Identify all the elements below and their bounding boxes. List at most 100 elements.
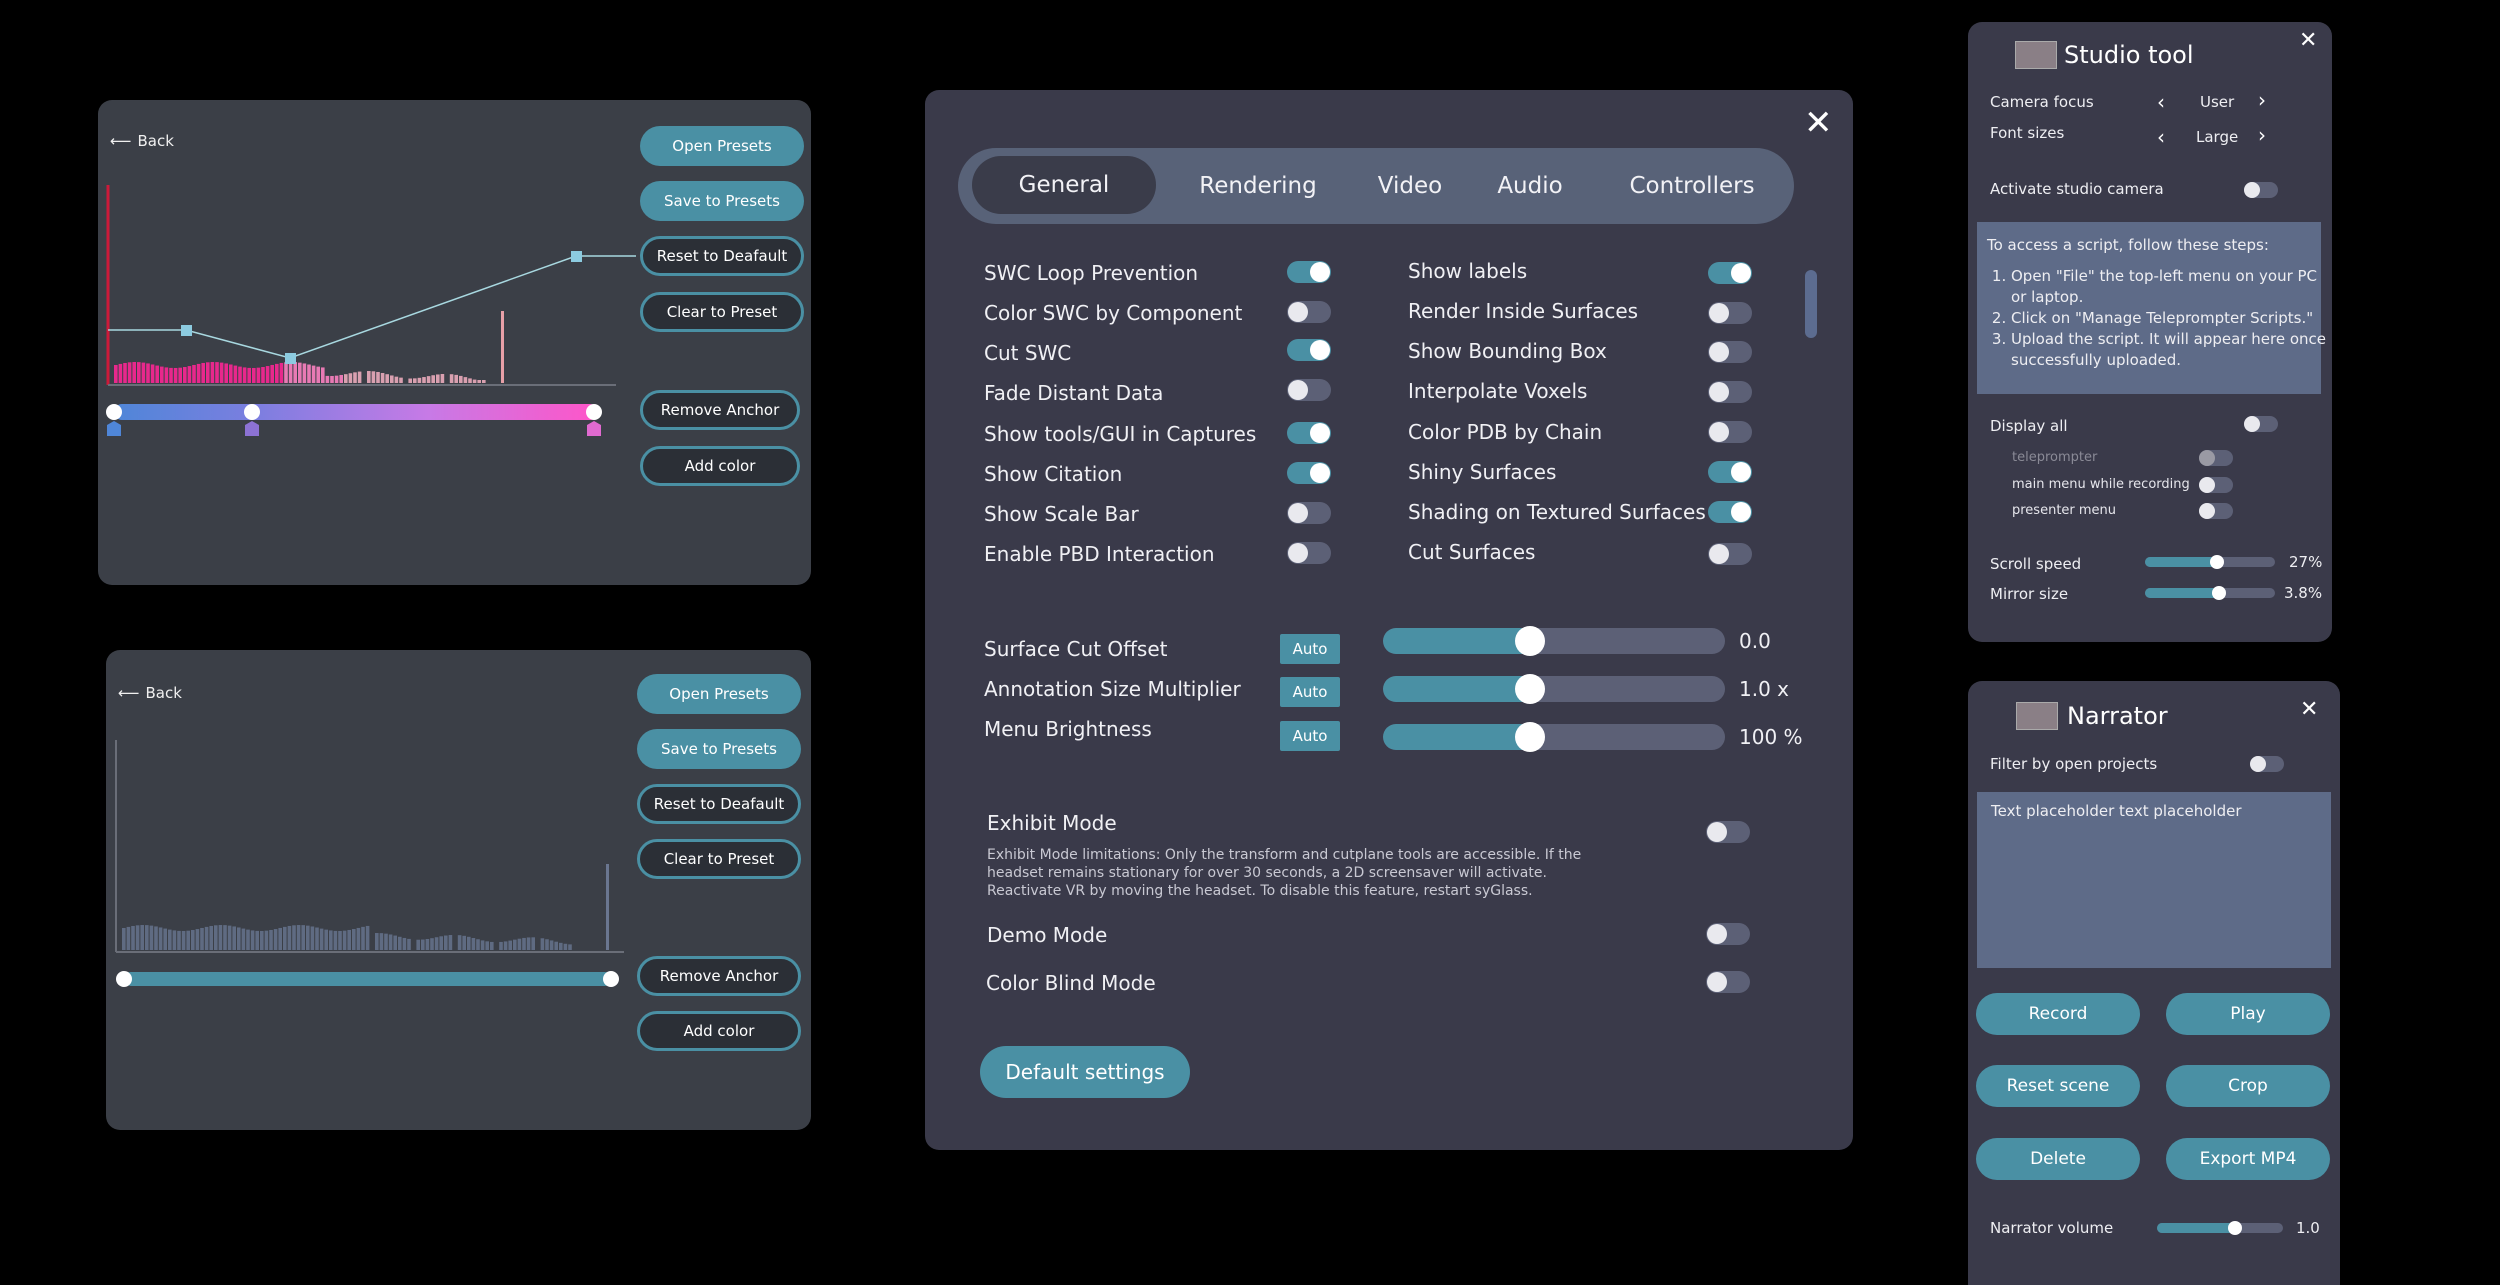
slider-knob[interactable]: [2228, 1221, 2243, 1235]
menu-brightness-slider[interactable]: [1383, 724, 1725, 750]
save-presets-button[interactable]: Save to Presets: [640, 181, 804, 221]
chevron-left-icon[interactable]: ‹: [2157, 127, 2165, 147]
save-presets-button[interactable]: Save to Presets: [637, 729, 801, 769]
auto-button[interactable]: Auto: [1280, 634, 1340, 664]
show-citation-toggle[interactable]: [1287, 462, 1331, 484]
shading-textured-surfaces-toggle[interactable]: [1708, 501, 1752, 523]
color-gradient-bar[interactable]: [124, 972, 612, 986]
chevron-left-icon[interactable]: ‹: [2157, 92, 2165, 112]
show-bounding-box-toggle[interactable]: [1708, 341, 1752, 363]
histogram-bar: [154, 926, 158, 950]
render-inside-surfaces-toggle[interactable]: [1708, 302, 1752, 324]
transfer-function-graph[interactable]: [114, 738, 634, 1028]
tab-general[interactable]: General: [972, 156, 1156, 214]
open-presets-button[interactable]: Open Presets: [640, 126, 804, 166]
narrator-text-area[interactable]: Text placeholder text placeholder: [1977, 792, 2331, 968]
exhibit-mode-toggle[interactable]: [1706, 821, 1750, 843]
slider-knob[interactable]: [2212, 586, 2227, 600]
cut-swc-toggle[interactable]: [1287, 339, 1331, 361]
show-labels-toggle[interactable]: [1708, 262, 1752, 284]
delete-button[interactable]: Delete: [1976, 1138, 2140, 1180]
anchor-point[interactable]: [181, 325, 192, 336]
mirror-size-slider[interactable]: [2145, 586, 2275, 600]
show-tools-gui-toggle[interactable]: [1287, 422, 1331, 444]
tab-video[interactable]: Video: [1350, 148, 1470, 224]
reset-default-button[interactable]: Reset to Deafault: [637, 784, 801, 824]
tab-controllers[interactable]: Controllers: [1600, 148, 1784, 224]
tab-audio[interactable]: Audio: [1470, 148, 1590, 224]
histogram-bar: [127, 362, 132, 383]
filter-open-projects-toggle[interactable]: [2250, 756, 2284, 772]
annotation-size-slider[interactable]: [1383, 676, 1725, 702]
enable-pbd-interaction-toggle[interactable]: [1287, 542, 1331, 564]
color-stop-knob[interactable]: [106, 404, 122, 420]
color-stop-knob[interactable]: [586, 404, 602, 420]
narrator-volume-slider[interactable]: [2157, 1221, 2283, 1235]
histogram-bar: [178, 367, 182, 383]
slider-knob[interactable]: [2209, 555, 2224, 569]
histogram-bar: [206, 362, 210, 383]
activate-studio-camera-toggle[interactable]: [2244, 182, 2278, 198]
shiny-surfaces-toggle[interactable]: [1708, 461, 1752, 483]
histogram: [114, 311, 504, 383]
reset-default-button[interactable]: Reset to Deafault: [640, 236, 804, 276]
histogram-bar: [380, 372, 385, 383]
auto-button[interactable]: Auto: [1280, 677, 1340, 707]
play-button[interactable]: Play: [2166, 993, 2330, 1035]
crop-button[interactable]: Crop: [2166, 1065, 2330, 1107]
anchor-point[interactable]: [285, 353, 296, 364]
auto-button[interactable]: Auto: [1280, 721, 1340, 751]
settings-scrollbar[interactable]: [1805, 270, 1817, 338]
close-icon[interactable]: ✕: [1804, 106, 1833, 140]
surface-cut-offset-slider[interactable]: [1383, 628, 1725, 654]
main-menu-recording-toggle[interactable]: [2199, 477, 2233, 493]
slider-knob[interactable]: [1515, 626, 1546, 656]
scroll-speed-slider[interactable]: [2145, 555, 2275, 569]
anchor-point[interactable]: [571, 251, 582, 262]
clear-preset-button[interactable]: Clear to Preset: [637, 839, 801, 879]
display-all-toggle[interactable]: [2244, 416, 2278, 432]
narrator-volume-value: 1.0: [2296, 1219, 2320, 1237]
slider-knob[interactable]: [1515, 674, 1546, 704]
default-settings-button[interactable]: Default settings: [980, 1046, 1190, 1098]
slider-knob[interactable]: [1515, 722, 1546, 752]
interpolate-voxels-toggle[interactable]: [1708, 381, 1752, 403]
back-button[interactable]: ⟵ Back: [110, 132, 174, 150]
cut-surfaces-toggle[interactable]: [1708, 543, 1752, 565]
color-blind-mode-toggle[interactable]: [1706, 971, 1750, 993]
color-gradient-bar[interactable]: [114, 404, 598, 420]
reset-scene-button[interactable]: Reset scene: [1976, 1065, 2140, 1107]
add-color-button[interactable]: Add color: [637, 1011, 801, 1051]
color-pdb-toggle[interactable]: [1708, 421, 1752, 443]
histogram-bar: [417, 377, 422, 383]
show-scale-bar-toggle[interactable]: [1287, 502, 1331, 524]
fade-distant-data-toggle[interactable]: [1287, 379, 1331, 401]
color-stop-marker[interactable]: [587, 421, 601, 436]
back-button[interactable]: ⟵ Back: [118, 684, 182, 702]
color-stop-knob[interactable]: [244, 404, 260, 420]
record-button[interactable]: Record: [1976, 993, 2140, 1035]
tab-rendering[interactable]: Rendering: [1176, 148, 1340, 224]
presenter-menu-toggle[interactable]: [2199, 503, 2233, 519]
remove-anchor-button[interactable]: Remove Anchor: [637, 956, 801, 996]
chevron-right-icon[interactable]: ›: [2258, 90, 2266, 110]
color-stop-marker[interactable]: [245, 421, 259, 436]
demo-mode-toggle[interactable]: [1706, 923, 1750, 945]
histogram-bar: [316, 366, 320, 383]
swc-loop-prevention-toggle[interactable]: [1287, 261, 1331, 283]
color-stop-marker[interactable]: [107, 421, 121, 436]
clear-preset-button[interactable]: Clear to Preset: [640, 292, 804, 332]
remove-anchor-button[interactable]: Remove Anchor: [640, 390, 800, 430]
export-mp4-button[interactable]: Export MP4: [2166, 1138, 2330, 1180]
transfer-function-graph[interactable]: [106, 180, 636, 470]
close-icon[interactable]: ✕: [2299, 30, 2317, 52]
histogram-bar: [472, 379, 477, 383]
close-icon[interactable]: ✕: [2300, 699, 2318, 721]
chevron-right-icon[interactable]: ›: [2258, 125, 2266, 145]
open-presets-button[interactable]: Open Presets: [637, 674, 801, 714]
teleprompter-toggle[interactable]: [2199, 450, 2233, 466]
color-stop-knob[interactable]: [116, 971, 132, 987]
add-color-button[interactable]: Add color: [640, 446, 800, 486]
color-stop-knob[interactable]: [603, 971, 619, 987]
color-swc-toggle[interactable]: [1287, 301, 1331, 323]
